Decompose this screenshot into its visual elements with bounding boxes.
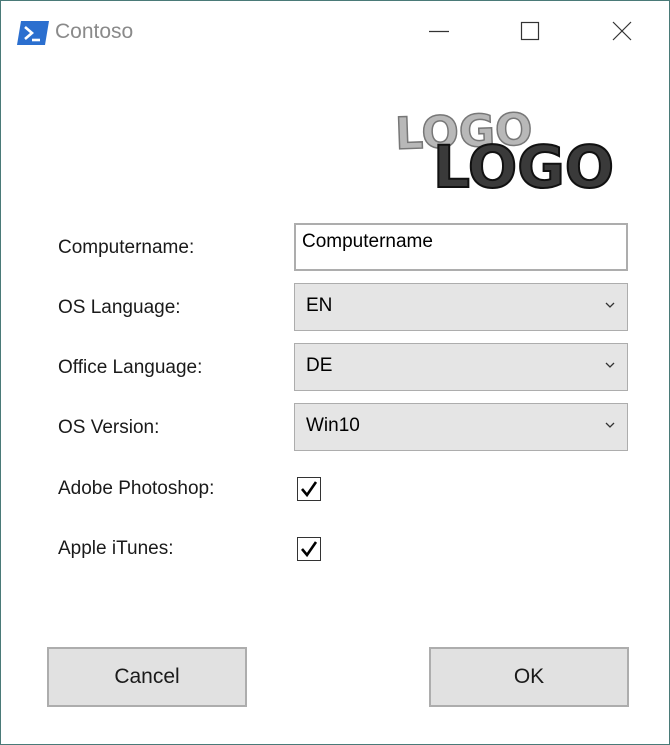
os-version-label: OS Version: — [58, 417, 160, 438]
office-language-select[interactable]: DE — [294, 343, 628, 391]
checkmark-icon — [301, 481, 318, 498]
os-language-select[interactable]: EN — [294, 283, 628, 331]
maximize-button[interactable] — [507, 11, 553, 51]
title-bar[interactable]: Contoso — [1, 1, 669, 63]
close-button[interactable] — [599, 11, 645, 51]
powershell-icon — [17, 21, 49, 45]
office-language-value: DE — [306, 355, 333, 376]
company-logo: LOGO LOGO — [393, 101, 615, 202]
computername-input[interactable]: Computername — [294, 223, 628, 271]
chevron-down-icon — [605, 422, 615, 428]
os-language-value: EN — [306, 295, 333, 316]
svg-text:LOGO: LOGO — [433, 133, 614, 195]
maximize-icon — [520, 21, 540, 41]
itunes-checkbox[interactable] — [297, 537, 321, 561]
minimize-icon — [429, 30, 449, 33]
os-version-value: Win10 — [306, 415, 360, 436]
os-language-label: OS Language: — [58, 297, 181, 318]
computername-label: Computername: — [58, 237, 195, 258]
checkmark-icon — [301, 541, 318, 558]
photoshop-checkbox[interactable] — [297, 477, 321, 501]
office-language-label: Office Language: — [58, 357, 203, 378]
chevron-down-icon — [605, 302, 615, 308]
cancel-button[interactable]: Cancel — [47, 647, 247, 707]
close-icon — [612, 21, 632, 41]
chevron-down-icon — [605, 362, 615, 368]
photoshop-label: Adobe Photoshop: — [58, 478, 215, 499]
ok-button[interactable]: OK — [429, 647, 629, 707]
window-title: Contoso — [55, 20, 134, 43]
os-version-select[interactable]: Win10 — [294, 403, 628, 451]
minimize-button[interactable] — [416, 11, 462, 51]
itunes-label: Apple iTunes: — [58, 538, 174, 559]
dialog-window: Contoso LOGO LOGO Computername: Computer… — [0, 0, 670, 745]
